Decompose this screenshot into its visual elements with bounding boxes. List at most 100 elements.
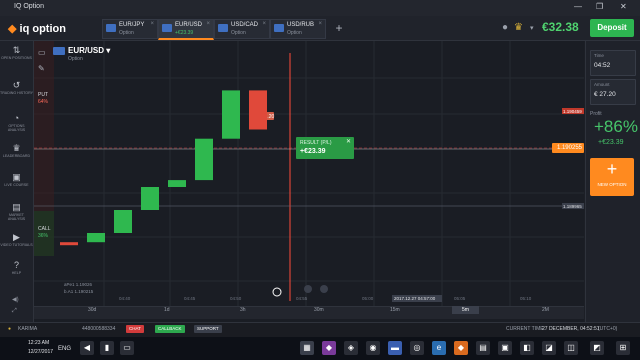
draw-tool-icon[interactable]: ✎ bbox=[38, 64, 45, 73]
timeframe-30d[interactable]: 30d bbox=[88, 307, 96, 313]
timeframe-30m[interactable]: 30m bbox=[314, 307, 324, 313]
time-tick: 05:10 bbox=[520, 296, 532, 301]
calculator-icon[interactable]: ▦ bbox=[300, 341, 314, 355]
volume-icon[interactable]: ◀) bbox=[12, 296, 19, 303]
timeframe-3h[interactable]: 3h bbox=[240, 307, 246, 313]
chrome-icon[interactable]: ◎ bbox=[410, 341, 424, 355]
asset-selector[interactable]: EUR/USD ▾ bbox=[68, 46, 110, 55]
iq-option-taskbar-icon[interactable]: ◆ bbox=[454, 341, 468, 355]
flag-icon bbox=[162, 24, 172, 32]
app-icon[interactable]: ▣ bbox=[498, 341, 512, 355]
history-icon: ↺ bbox=[12, 80, 21, 90]
account-balance[interactable]: €32.38 bbox=[542, 20, 579, 34]
tab-name: USD/CAD bbox=[231, 22, 259, 28]
chat-button[interactable]: CHAT bbox=[126, 325, 144, 333]
current-time: 27 DECEMBER, 04:52:51 bbox=[542, 326, 600, 332]
tab-sub: Option bbox=[287, 30, 302, 36]
candle bbox=[141, 187, 159, 210]
sidebar-item-help[interactable]: ? HELP bbox=[0, 260, 33, 275]
app-icon[interactable]: ◆ bbox=[322, 341, 336, 355]
amount-value: € 27.20 bbox=[594, 91, 616, 98]
tab-usd-cad[interactable]: USD/CAD Option × bbox=[214, 19, 270, 39]
timeframe-bar bbox=[34, 306, 584, 319]
network-icon[interactable]: ▮ bbox=[100, 341, 114, 355]
callback-button[interactable]: CALLBACK bbox=[155, 325, 185, 333]
sidebar-item-open-positions[interactable]: ⇅ OPEN POSITIONS bbox=[0, 45, 33, 60]
sidebar-item-video-tutorials[interactable]: ▶ VIDEO TUTORIALS bbox=[0, 232, 33, 247]
deposit-button[interactable]: Deposit bbox=[590, 19, 634, 37]
put-percentage: 64% bbox=[38, 99, 49, 105]
app-icon[interactable]: ◈ bbox=[344, 341, 358, 355]
candle bbox=[60, 242, 78, 246]
app-icon[interactable]: ◧ bbox=[520, 341, 534, 355]
plus-icon: + bbox=[606, 159, 618, 179]
sidebar-item-label: LEADERBOARD bbox=[2, 154, 31, 158]
user-name[interactable]: KARIMA bbox=[18, 326, 37, 332]
fullscreen-icon[interactable]: ⤢ bbox=[12, 308, 17, 315]
candle bbox=[168, 180, 186, 187]
time-tick: 04:55 bbox=[296, 296, 308, 301]
timeframe-15m[interactable]: 15m bbox=[390, 307, 400, 313]
app-icon[interactable]: ◩ bbox=[590, 341, 604, 355]
window-titlebar: IQ Option — ❐ ✕ bbox=[0, 0, 640, 17]
speaker-icon[interactable]: ◀ bbox=[80, 341, 94, 355]
chart-type-icon[interactable]: ▭ bbox=[38, 48, 46, 57]
price-chart[interactable]: €27.20 aPe1 1.19026 b.A1 1.190215 1.1904… bbox=[34, 41, 584, 322]
close-tab-icon[interactable]: × bbox=[318, 21, 322, 27]
battery-icon[interactable]: ▭ bbox=[120, 341, 134, 355]
timeframe-1d[interactable]: 1d bbox=[164, 307, 170, 313]
flag-icon bbox=[274, 24, 284, 32]
sidebar-item-label: MARKET ANALYSIS bbox=[7, 213, 26, 221]
chevron-down-icon[interactable]: ▾ bbox=[530, 24, 534, 32]
new-option-button[interactable]: + NEW OPTION bbox=[590, 158, 634, 196]
crown-icon[interactable]: ♛ bbox=[514, 22, 523, 33]
app-logo[interactable]: ◆ iq option bbox=[8, 22, 66, 35]
sidebar-item-label: OPEN POSITIONS bbox=[1, 56, 32, 60]
amount-field[interactable]: Amount € 27.20 bbox=[590, 79, 636, 105]
minimize-button[interactable]: — bbox=[574, 2, 582, 11]
expiry-time-field[interactable]: Time 04:52 bbox=[590, 50, 636, 76]
app-icon[interactable]: ◪ bbox=[542, 341, 556, 355]
put-label: PUT bbox=[38, 92, 48, 98]
close-tab-icon[interactable]: × bbox=[206, 21, 210, 27]
timeframe-5m[interactable]: 5m bbox=[452, 306, 479, 314]
phone-number[interactable]: 448000588334 bbox=[82, 326, 115, 332]
new-option-label: NEW OPTION bbox=[597, 182, 627, 187]
app-icon[interactable]: ◫ bbox=[564, 341, 578, 355]
candle bbox=[195, 138, 213, 181]
current-price-tag: 1.190255 bbox=[552, 143, 584, 153]
time-value: 04:52 bbox=[594, 62, 611, 69]
sidebar-item-options-analysis[interactable]: ◔ OPTIONS ANALYSIS bbox=[0, 113, 33, 132]
windows-start-icon[interactable]: ⊞ bbox=[616, 341, 630, 355]
timeframe-2m[interactable]: 2M bbox=[542, 307, 549, 313]
taskbar-language[interactable]: ENG bbox=[58, 346, 71, 352]
app-icon[interactable]: ▤ bbox=[476, 341, 490, 355]
sidebar-item-label: LIVE COURSE bbox=[4, 183, 29, 187]
tab-eur-jpy[interactable]: EUR/JPY Option × bbox=[102, 19, 158, 39]
browser-icon[interactable]: e bbox=[432, 341, 446, 355]
close-result-button[interactable]: ✕ bbox=[346, 138, 351, 145]
close-tab-icon[interactable]: × bbox=[150, 21, 154, 27]
close-tab-icon[interactable]: × bbox=[262, 21, 266, 27]
zoom-out-icon bbox=[304, 285, 312, 293]
sidebar-item-label: OPTIONS ANALYSIS bbox=[7, 124, 26, 132]
maximize-button[interactable]: ❐ bbox=[596, 2, 603, 11]
sidebar-item-trading-history[interactable]: ↺ TRADING HISTORY bbox=[0, 80, 33, 95]
sidebar-item-live-course[interactable]: ▣ LIVE COURSE bbox=[0, 172, 33, 187]
analysis-icon: ◔ bbox=[13, 113, 20, 123]
profit-percentage: +86% bbox=[594, 117, 638, 136]
close-window-button[interactable]: ✕ bbox=[620, 2, 627, 11]
tab-eur-usd[interactable]: EUR/USD +€23.39 × bbox=[158, 19, 214, 40]
tab-name: USD/RUB bbox=[287, 22, 315, 28]
folder-icon[interactable]: ▬ bbox=[388, 341, 402, 355]
app-icon[interactable]: ◉ bbox=[366, 341, 380, 355]
support-button[interactable]: SUPPORT bbox=[194, 325, 222, 333]
avatar-icon[interactable]: ● bbox=[502, 22, 508, 33]
sidebar-item-leaderboard[interactable]: ♛ LEADERBOARD bbox=[0, 143, 33, 158]
price-label: 1.190459 bbox=[563, 109, 582, 114]
leaderboard-icon: ♛ bbox=[12, 143, 21, 153]
tab-usd-rub[interactable]: USD/RUB Option × bbox=[270, 19, 326, 39]
sidebar-item-market-analysis[interactable]: ▤ MARKET ANALYSIS bbox=[0, 202, 33, 221]
taskbar-date: 12/27/2017 bbox=[28, 349, 54, 355]
add-tab-button[interactable]: + bbox=[330, 19, 348, 37]
